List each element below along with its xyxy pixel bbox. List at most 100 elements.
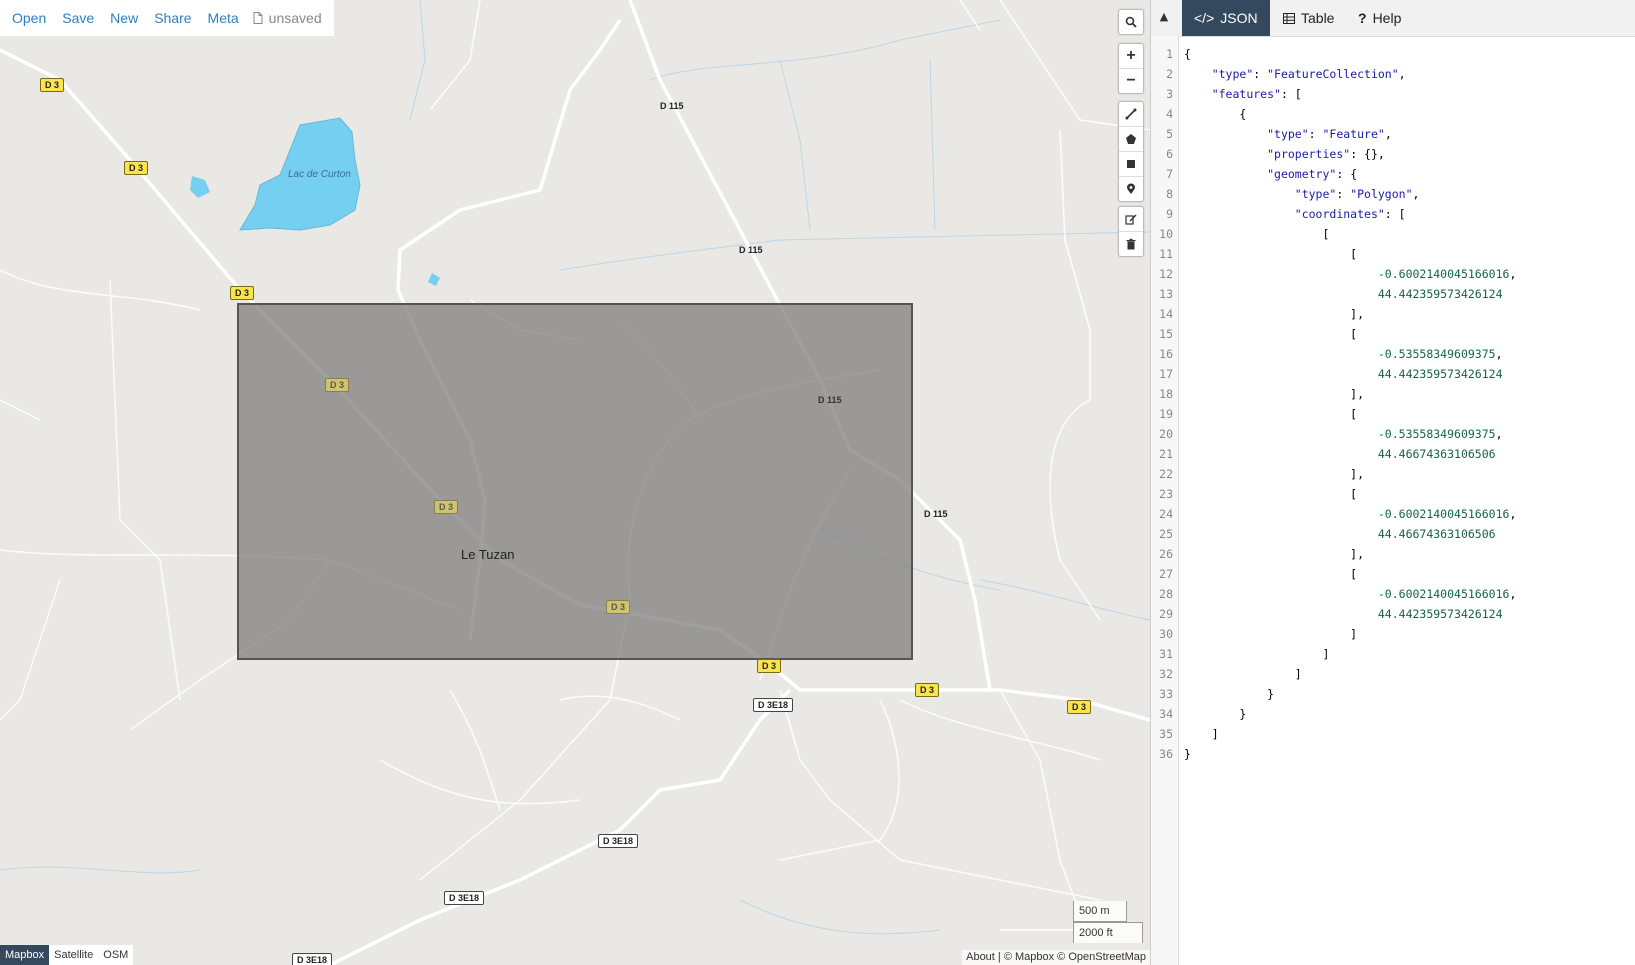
code-line: -0.53558349609375, <box>1377 427 1503 441</box>
line-number: 27 <box>1159 567 1173 581</box>
code-line: [ <box>1184 327 1358 341</box>
road-shield-d3e18: D 3E18 <box>444 891 485 905</box>
zoom-control: + − <box>1118 43 1144 94</box>
save-button[interactable]: Save <box>54 10 102 26</box>
road-shield-d3e18: D 3E18 <box>292 953 333 965</box>
line-number: 5 <box>1166 127 1173 141</box>
line-number: 17 <box>1159 367 1173 381</box>
road-shield-d3: D 3 <box>40 78 65 92</box>
line-number: 8 <box>1166 187 1173 201</box>
road-label-d115: D 115 <box>660 101 684 111</box>
line-number: 18 <box>1159 387 1173 401</box>
code-line: ], <box>1184 467 1365 481</box>
code-icon: </> <box>1194 10 1215 26</box>
code-line: "type": "Polygon", <box>1294 187 1420 201</box>
new-button[interactable]: New <box>102 10 146 26</box>
road-label-d115: D 115 <box>739 245 763 255</box>
line-number: 12 <box>1159 267 1173 281</box>
document-icon <box>253 12 263 24</box>
json-editor[interactable]: 1 {2 "type": "FeatureCollection", 3 "featu… <box>1151 36 1635 965</box>
road-shield-d3: D 3 <box>434 500 459 514</box>
code-line: [ <box>1184 247 1358 261</box>
selected-polygon[interactable] <box>237 303 913 660</box>
scale-imperial: 2000 ft <box>1073 922 1143 943</box>
polygon-icon[interactable] <box>1119 126 1143 151</box>
code-line: 44.442359573426124 <box>1377 607 1503 621</box>
collapse-panel-icon[interactable]: ▲ <box>1156 10 1172 26</box>
code-line: { <box>1184 107 1247 121</box>
trash-icon[interactable] <box>1119 231 1143 256</box>
code-line: -0.6002140045166016, <box>1377 507 1517 521</box>
line-number: 10 <box>1159 227 1173 241</box>
zoom-in-button[interactable]: + <box>1119 44 1143 68</box>
code-line: -0.6002140045166016, <box>1377 587 1517 601</box>
code-line: [ <box>1184 227 1330 241</box>
road-label-d115: D 115 <box>818 395 842 405</box>
marker-icon[interactable] <box>1119 176 1143 201</box>
search-icon[interactable] <box>1119 10 1143 34</box>
code-line: "geometry": { <box>1267 167 1358 181</box>
line-number: 16 <box>1159 347 1173 361</box>
map-attribution[interactable]: About | © Mapbox © OpenStreetMap <box>962 950 1150 965</box>
line-number: 9 <box>1166 207 1173 221</box>
code-line: "type": "FeatureCollection", <box>1211 67 1406 81</box>
tab-help[interactable]: ? Help <box>1346 0 1413 36</box>
line-number: 35 <box>1159 727 1173 741</box>
code-line: "properties": {}, <box>1267 147 1385 161</box>
code-line: 44.46674363106506 <box>1377 447 1496 461</box>
rectangle-icon[interactable] <box>1119 151 1143 176</box>
code-line: "features": [ <box>1211 87 1302 101</box>
share-button[interactable]: Share <box>146 10 199 26</box>
tab-json-label: JSON <box>1220 10 1258 26</box>
road-shield-d3: D 3 <box>124 161 149 175</box>
road-shield-d3e18: D 3E18 <box>753 698 794 712</box>
code-line: [ <box>1184 567 1358 581</box>
line-number: 26 <box>1159 547 1173 561</box>
file-toolbar: Open Save New Share Meta unsaved <box>0 0 334 36</box>
road-label-d115: D 115 <box>924 509 948 519</box>
line-number: 33 <box>1159 687 1173 701</box>
line-number: 6 <box>1166 147 1173 161</box>
open-button[interactable]: Open <box>4 10 54 26</box>
code-line: [ <box>1184 487 1358 501</box>
map-canvas[interactable]: D 3 D 3 D 3 D 3 D 3 D 3 D 3 D 3 D 3 D 11… <box>0 0 1150 965</box>
edit-control <box>1118 206 1144 257</box>
code-line: ] <box>1184 627 1358 641</box>
code-line: 44.442359573426124 <box>1377 367 1503 381</box>
search-control[interactable] <box>1118 9 1144 35</box>
zoom-out-button[interactable]: − <box>1119 68 1143 93</box>
code-line: ], <box>1184 547 1365 561</box>
code-line: "coordinates": [ <box>1294 207 1406 221</box>
road-shield-d3e18: D 3E18 <box>598 834 639 848</box>
side-panel: ▲ </> JSON Table ? Help 1 {2 "type": "Fea… <box>1150 0 1635 965</box>
line-number: 32 <box>1159 667 1173 681</box>
line-number: 19 <box>1159 407 1173 421</box>
road-shield-d3: D 3 <box>230 286 255 300</box>
layer-switcher: Mapbox Satellite OSM <box>0 945 134 965</box>
road-shield-d3: D 3 <box>757 659 782 673</box>
scale-metric: 500 m <box>1073 901 1127 922</box>
line-number: 24 <box>1159 507 1173 521</box>
code-line: } <box>1184 687 1275 701</box>
road-shield-d3: D 3 <box>606 600 631 614</box>
line-number: 4 <box>1166 107 1173 121</box>
line-icon[interactable] <box>1119 102 1143 126</box>
tab-json[interactable]: </> JSON <box>1182 0 1270 36</box>
line-number: 2 <box>1166 67 1173 81</box>
line-number: 14 <box>1159 307 1173 321</box>
layer-mapbox[interactable]: Mapbox <box>0 945 50 965</box>
line-number: 20 <box>1159 427 1173 441</box>
meta-button[interactable]: Meta <box>200 10 247 26</box>
code-line: ] <box>1184 647 1330 661</box>
edit-icon[interactable] <box>1119 207 1143 231</box>
line-number: 36 <box>1159 747 1173 761</box>
layer-osm[interactable]: OSM <box>98 945 133 965</box>
layer-satellite[interactable]: Satellite <box>49 945 98 965</box>
panel-tabs: ▲ </> JSON Table ? Help <box>1151 0 1635 37</box>
code-line: ] <box>1184 727 1219 741</box>
tab-table[interactable]: Table <box>1271 0 1346 36</box>
code-line: ], <box>1184 387 1365 401</box>
map-basemap <box>0 0 1150 965</box>
code-line: 44.46674363106506 <box>1377 527 1496 541</box>
line-number: 25 <box>1159 527 1173 541</box>
